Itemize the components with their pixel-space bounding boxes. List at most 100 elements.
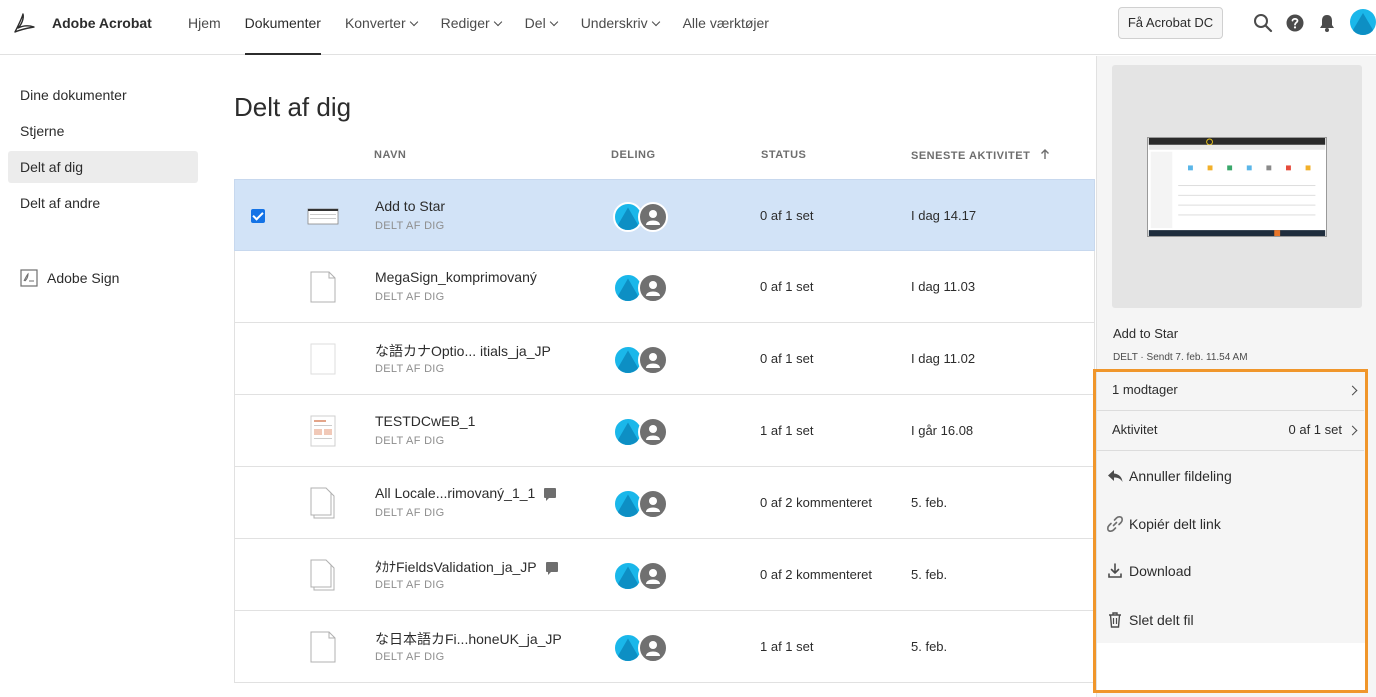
column-header-sharing[interactable]: DELING — [611, 149, 656, 161]
column-header-status[interactable]: STATUS — [761, 149, 806, 161]
adobe-sign-icon — [20, 269, 38, 287]
file-thumbnail — [310, 631, 336, 663]
chevron-down-icon — [409, 17, 418, 27]
status-text: 0 af 1 set — [760, 208, 814, 223]
sidebar-item-stjerne[interactable]: Stjerne — [8, 115, 198, 147]
sidebar-item-delt-af-andre[interactable]: Delt af andre — [8, 187, 198, 219]
recipient-avatar — [638, 202, 668, 232]
get-acrobat-button[interactable]: Få Acrobat DC — [1118, 7, 1223, 39]
nav-rediger[interactable]: Rediger — [440, 0, 502, 55]
recipient-avatar — [638, 561, 668, 591]
file-sub-label: DELT AF DIG — [375, 507, 445, 519]
activity-text: I dag 14.17 — [911, 208, 977, 223]
sharing-avatars — [613, 489, 669, 519]
table-row[interactable]: Add to Star DELT AF DIG 0 af 1 set I dag… — [234, 179, 1095, 251]
file-thumbnail — [310, 271, 336, 303]
recipient-avatar — [638, 417, 668, 447]
sharing-avatars — [613, 417, 669, 447]
file-name[interactable]: TESTDCwEB_1 — [375, 413, 475, 429]
recipient-avatar — [638, 633, 668, 663]
status-text: 0 af 1 set — [760, 351, 814, 366]
recipient-avatar — [638, 273, 668, 303]
file-name[interactable]: ﾀｶﾅFieldsValidation_ja_JP — [375, 557, 558, 577]
preview-image — [1147, 137, 1327, 237]
table-row[interactable]: MegaSign_komprimovaný DELT AF DIG 0 af 1… — [234, 251, 1095, 323]
activity-text: I går 16.08 — [911, 423, 974, 438]
file-name[interactable]: Add to Star — [375, 198, 445, 214]
column-header-activity[interactable]: SENESTE AKTIVITET — [911, 149, 1050, 162]
table-row[interactable]: な語カナOptio... itials_ja_JP DELT AF DIG 0 … — [234, 323, 1095, 395]
nav-dokumenter[interactable]: Dokumenter — [244, 0, 322, 55]
sharing-avatars — [613, 345, 669, 375]
file-name-text: な日本語カFi...honeUK_ja_JP — [375, 631, 562, 647]
activity-text: 5. feb. — [911, 567, 948, 582]
table-row[interactable]: な日本語カFi...honeUK_ja_JP DELT AF DIG 1 af … — [234, 611, 1095, 683]
nav-label: Hjem — [188, 15, 221, 31]
file-preview[interactable] — [1112, 65, 1362, 308]
activity-text: 5. feb. — [911, 639, 948, 654]
file-name[interactable]: All Locale...rimovaný_1_1 — [375, 485, 557, 501]
search-icon[interactable] — [1253, 13, 1273, 33]
person-icon — [646, 569, 660, 584]
sharing-avatars — [613, 202, 669, 232]
file-sub-label: DELT AF DIG — [375, 651, 445, 663]
nav-label: Konverter — [344, 15, 406, 31]
file-thumbnail — [310, 343, 336, 375]
panel-file-meta: DELT · Sendt 7. feb. 11.54 AM — [1113, 352, 1248, 363]
file-name-text: TESTDCwEB_1 — [375, 413, 476, 429]
chevron-down-icon — [549, 17, 558, 27]
nav-konverter[interactable]: Konverter — [344, 0, 418, 55]
recipient-avatar — [638, 345, 668, 375]
sharing-avatars — [613, 561, 669, 591]
nav-del[interactable]: Del — [525, 0, 558, 55]
file-name[interactable]: MegaSign_komprimovaný — [375, 269, 537, 285]
sidebar-item-delt-af-dig[interactable]: Delt af dig — [8, 151, 198, 183]
status-text: 0 af 2 kommenteret — [760, 567, 872, 582]
table-row[interactable]: All Locale...rimovaný_1_1 DELT AF DIG 0 … — [234, 467, 1095, 539]
file-sub-label: DELT AF DIG — [375, 579, 445, 591]
bell-icon[interactable] — [1317, 13, 1337, 33]
sharing-avatars — [613, 633, 669, 663]
file-name[interactable]: な日本語カFi...honeUK_ja_JP — [375, 629, 562, 649]
file-sub-label: DELT AF DIG — [375, 363, 445, 375]
nav-label: Rediger — [440, 15, 490, 31]
app-name: Adobe Acrobat — [52, 15, 152, 31]
person-icon — [646, 210, 660, 225]
status-text: 1 af 1 set — [760, 423, 814, 438]
acrobat-logo[interactable]: Adobe Acrobat — [12, 12, 152, 34]
nav-alle-vaerktoejer[interactable]: Alle værktøjer — [683, 0, 769, 55]
activity-text: I dag 11.03 — [911, 279, 976, 294]
nav-hjem[interactable]: Hjem — [188, 0, 221, 55]
table-row[interactable]: ﾀｶﾅFieldsValidation_ja_JP DELT AF DIG 0 … — [234, 539, 1095, 611]
chevron-down-icon — [493, 17, 502, 27]
help-icon[interactable] — [1285, 13, 1305, 33]
file-thumbnail — [307, 208, 339, 225]
person-icon — [646, 425, 660, 440]
nav-label: Alle værktøjer — [682, 15, 769, 31]
file-stack-thumbnail — [310, 559, 335, 591]
status-text: 0 af 2 kommenteret — [760, 495, 872, 510]
status-text: 0 af 1 set — [760, 279, 814, 294]
file-name-text: All Locale...rimovaný_1_1 — [375, 485, 536, 501]
sidebar-item-adobe-sign[interactable]: Adobe Sign — [20, 268, 119, 288]
column-header-activity-label: SENESTE AKTIVITET — [911, 150, 1031, 162]
row-checkbox[interactable] — [251, 209, 265, 223]
acrobat-logo-icon — [14, 13, 35, 33]
panel-file-title: Add to Star — [1113, 326, 1179, 341]
file-name[interactable]: な語カナOptio... itials_ja_JP — [375, 341, 551, 361]
user-avatar[interactable] — [1350, 9, 1376, 35]
page-title: Delt af dig — [234, 92, 352, 122]
file-name-text: ﾀｶﾅFieldsValidation_ja_JP — [375, 559, 537, 575]
column-header-name[interactable]: NAVN — [374, 149, 406, 161]
file-name-text: Add to Star — [375, 198, 446, 214]
file-sub-label: DELT AF DIG — [375, 291, 445, 303]
table-row[interactable]: TESTDCwEB_1 DELT AF DIG 1 af 1 set I går… — [234, 395, 1095, 467]
file-name-text: な語カナOptio... itials_ja_JP — [375, 343, 551, 359]
person-icon — [646, 281, 660, 296]
comment-icon — [545, 562, 558, 575]
status-text: 1 af 1 set — [760, 639, 814, 654]
adobe-sign-label: Adobe Sign — [47, 270, 120, 286]
nav-underskriv[interactable]: Underskriv — [581, 0, 660, 55]
sidebar-item-dine-dokumenter[interactable]: Dine dokumenter — [8, 79, 198, 111]
file-name-text: MegaSign_komprimovaný — [375, 269, 537, 285]
